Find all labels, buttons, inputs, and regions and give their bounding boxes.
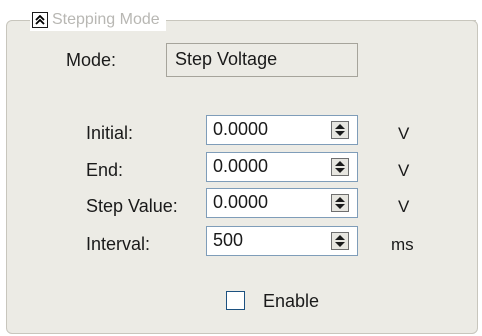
end-unit: V bbox=[398, 161, 410, 180]
initial-spin-button[interactable] bbox=[331, 121, 349, 139]
end-input[interactable]: 0.0000 bbox=[206, 152, 358, 182]
enable-checkbox[interactable] bbox=[226, 291, 245, 310]
end-spin-button[interactable] bbox=[331, 158, 349, 176]
mode-label: Mode: bbox=[66, 50, 117, 70]
mode-value-display: Step Voltage bbox=[166, 43, 358, 77]
interval-label: Interval: bbox=[86, 234, 151, 254]
group-header: Stepping Mode bbox=[30, 9, 166, 31]
initial-label: Initial: bbox=[86, 123, 134, 143]
interval-value: 500 bbox=[213, 230, 244, 250]
step-value-input[interactable]: 0.0000 bbox=[206, 188, 358, 218]
group-title: Stepping Mode bbox=[52, 11, 160, 28]
step-value-unit: V bbox=[398, 197, 410, 216]
step-value-spin-button[interactable] bbox=[331, 194, 349, 212]
interval-input[interactable]: 500 bbox=[206, 226, 358, 256]
interval-spin-button[interactable] bbox=[331, 232, 349, 250]
initial-value: 0.0000 bbox=[213, 119, 269, 139]
enable-label[interactable]: Enable bbox=[263, 291, 319, 312]
interval-unit: ms bbox=[391, 235, 414, 254]
double-chevron-up-icon[interactable] bbox=[32, 12, 48, 28]
initial-input[interactable]: 0.0000 bbox=[206, 115, 358, 145]
step-value-value: 0.0000 bbox=[213, 192, 269, 212]
step-value-label: Step Value: bbox=[86, 196, 178, 216]
end-value: 0.0000 bbox=[213, 156, 269, 176]
group-border-line bbox=[170, 20, 476, 21]
initial-unit: V bbox=[398, 124, 410, 143]
end-label: End: bbox=[86, 160, 124, 180]
